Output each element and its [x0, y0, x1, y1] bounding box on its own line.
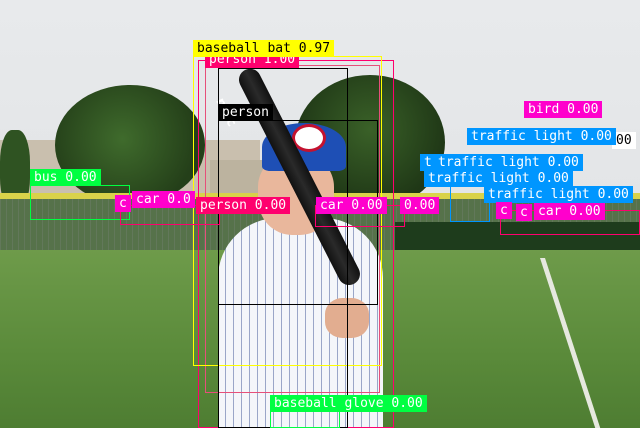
label-traffic-light-2: traffic light 0.00 [434, 154, 583, 171]
box-person-black-tall [218, 68, 348, 428]
label-car-3: car 0.00 [534, 203, 605, 220]
label-traffic-light-4: traffic light 0.00 [484, 186, 633, 203]
label-car-2: car 0.00 [316, 197, 387, 214]
label-baseball-bat: baseball bat 0.97 [193, 40, 335, 57]
label-car-1-prefix: c [115, 195, 131, 212]
label-car-3-mid: c [516, 204, 532, 221]
label-car-1: car 0.0 [132, 191, 195, 208]
label-bird: bird 0.00 [524, 101, 603, 118]
label-person-black: person [218, 104, 273, 121]
label-person-mid: person 0.00 [196, 197, 291, 214]
label-traffic-light-1: traffic light 0.00 [467, 128, 616, 145]
label-traffic-light-3: traffic light 0.00 [424, 170, 573, 187]
detection-scene: mac person 1.00 baseball bat 0.97 person… [0, 0, 640, 428]
label-car-2b: 0.00 [400, 197, 440, 214]
label-baseball-glove: baseball glove 0.00 [270, 395, 427, 412]
label-car-3-prefix: c [496, 202, 512, 219]
label-bus: bus 0.00 [30, 169, 101, 186]
